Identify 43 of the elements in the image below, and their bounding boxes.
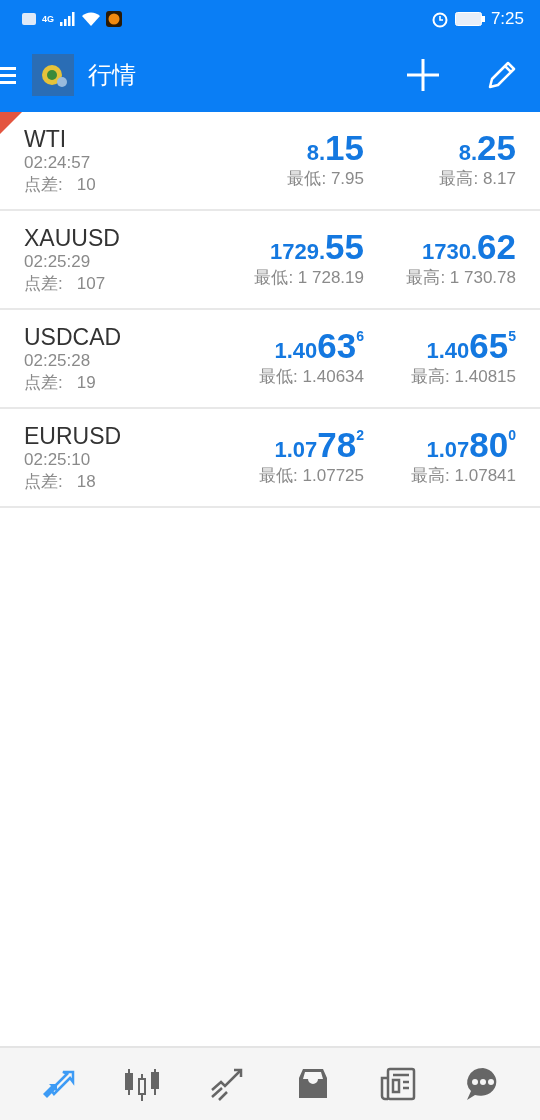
spread-value: 107	[76, 273, 106, 295]
app-notification-icon	[106, 11, 122, 27]
quote-time: 02:24:57	[24, 152, 92, 174]
ask-price: 1730.62	[422, 227, 516, 267]
symbol-name: WTI	[24, 126, 68, 152]
high-price: 最高: 1.40815	[411, 366, 516, 388]
low-price: 最低: 1 728.19	[254, 267, 364, 289]
low-price: 最低: 1.40634	[259, 366, 364, 388]
high-price: 最高: 8.17	[439, 168, 516, 190]
edit-icon[interactable]	[486, 59, 518, 91]
wifi-icon	[82, 12, 100, 26]
low-price: 最低: 7.95	[287, 168, 364, 190]
hd-icon	[22, 13, 36, 25]
spread-label: 点差:	[24, 273, 63, 295]
bid-price: 8.15	[306, 128, 364, 168]
symbol-name: XAUUSD	[24, 225, 121, 251]
clock-time: 7:25	[490, 9, 524, 29]
network-type: 4G	[42, 14, 54, 24]
spread-value: 10	[76, 174, 96, 196]
bid-price: 1729.55	[270, 227, 364, 267]
ask-price: 8.25	[458, 128, 516, 168]
spread-value: 18	[76, 471, 96, 493]
add-icon[interactable]	[406, 58, 440, 92]
spread-label: 点差:	[24, 471, 63, 493]
quote-time: 02:25:10	[24, 449, 92, 471]
battery-icon	[454, 12, 485, 26]
symbol-name: USDCAD	[24, 324, 123, 350]
quote-row[interactable]: XAUUSD 02:25:29 点差: 107 1729.55 最低: 1 728.19 1730.62 最高: 1 730.78	[0, 211, 540, 310]
quote-time: 02:25:28	[24, 350, 92, 372]
spread-value: 19	[76, 372, 96, 394]
app-logo-icon	[32, 54, 74, 96]
symbol-name: EURUSD	[24, 423, 123, 449]
high-price: 最高: 1 730.78	[406, 267, 516, 289]
spread-label: 点差:	[24, 372, 63, 394]
screen-title: 行情	[88, 60, 136, 90]
quote-row[interactable]: WTI 02:24:57 点差: 10 8.15 最低: 7.95 8.25 最高: 8.17	[0, 112, 540, 211]
high-price: 最高: 1.07841	[411, 465, 516, 487]
quote-time: 02:25:29	[24, 251, 92, 273]
alarm-icon	[430, 10, 449, 28]
low-price: 最低: 1.07725	[259, 465, 364, 487]
spread-label: 点差:	[24, 174, 63, 196]
menu-icon[interactable]	[0, 65, 16, 85]
signal-icon	[60, 12, 76, 26]
